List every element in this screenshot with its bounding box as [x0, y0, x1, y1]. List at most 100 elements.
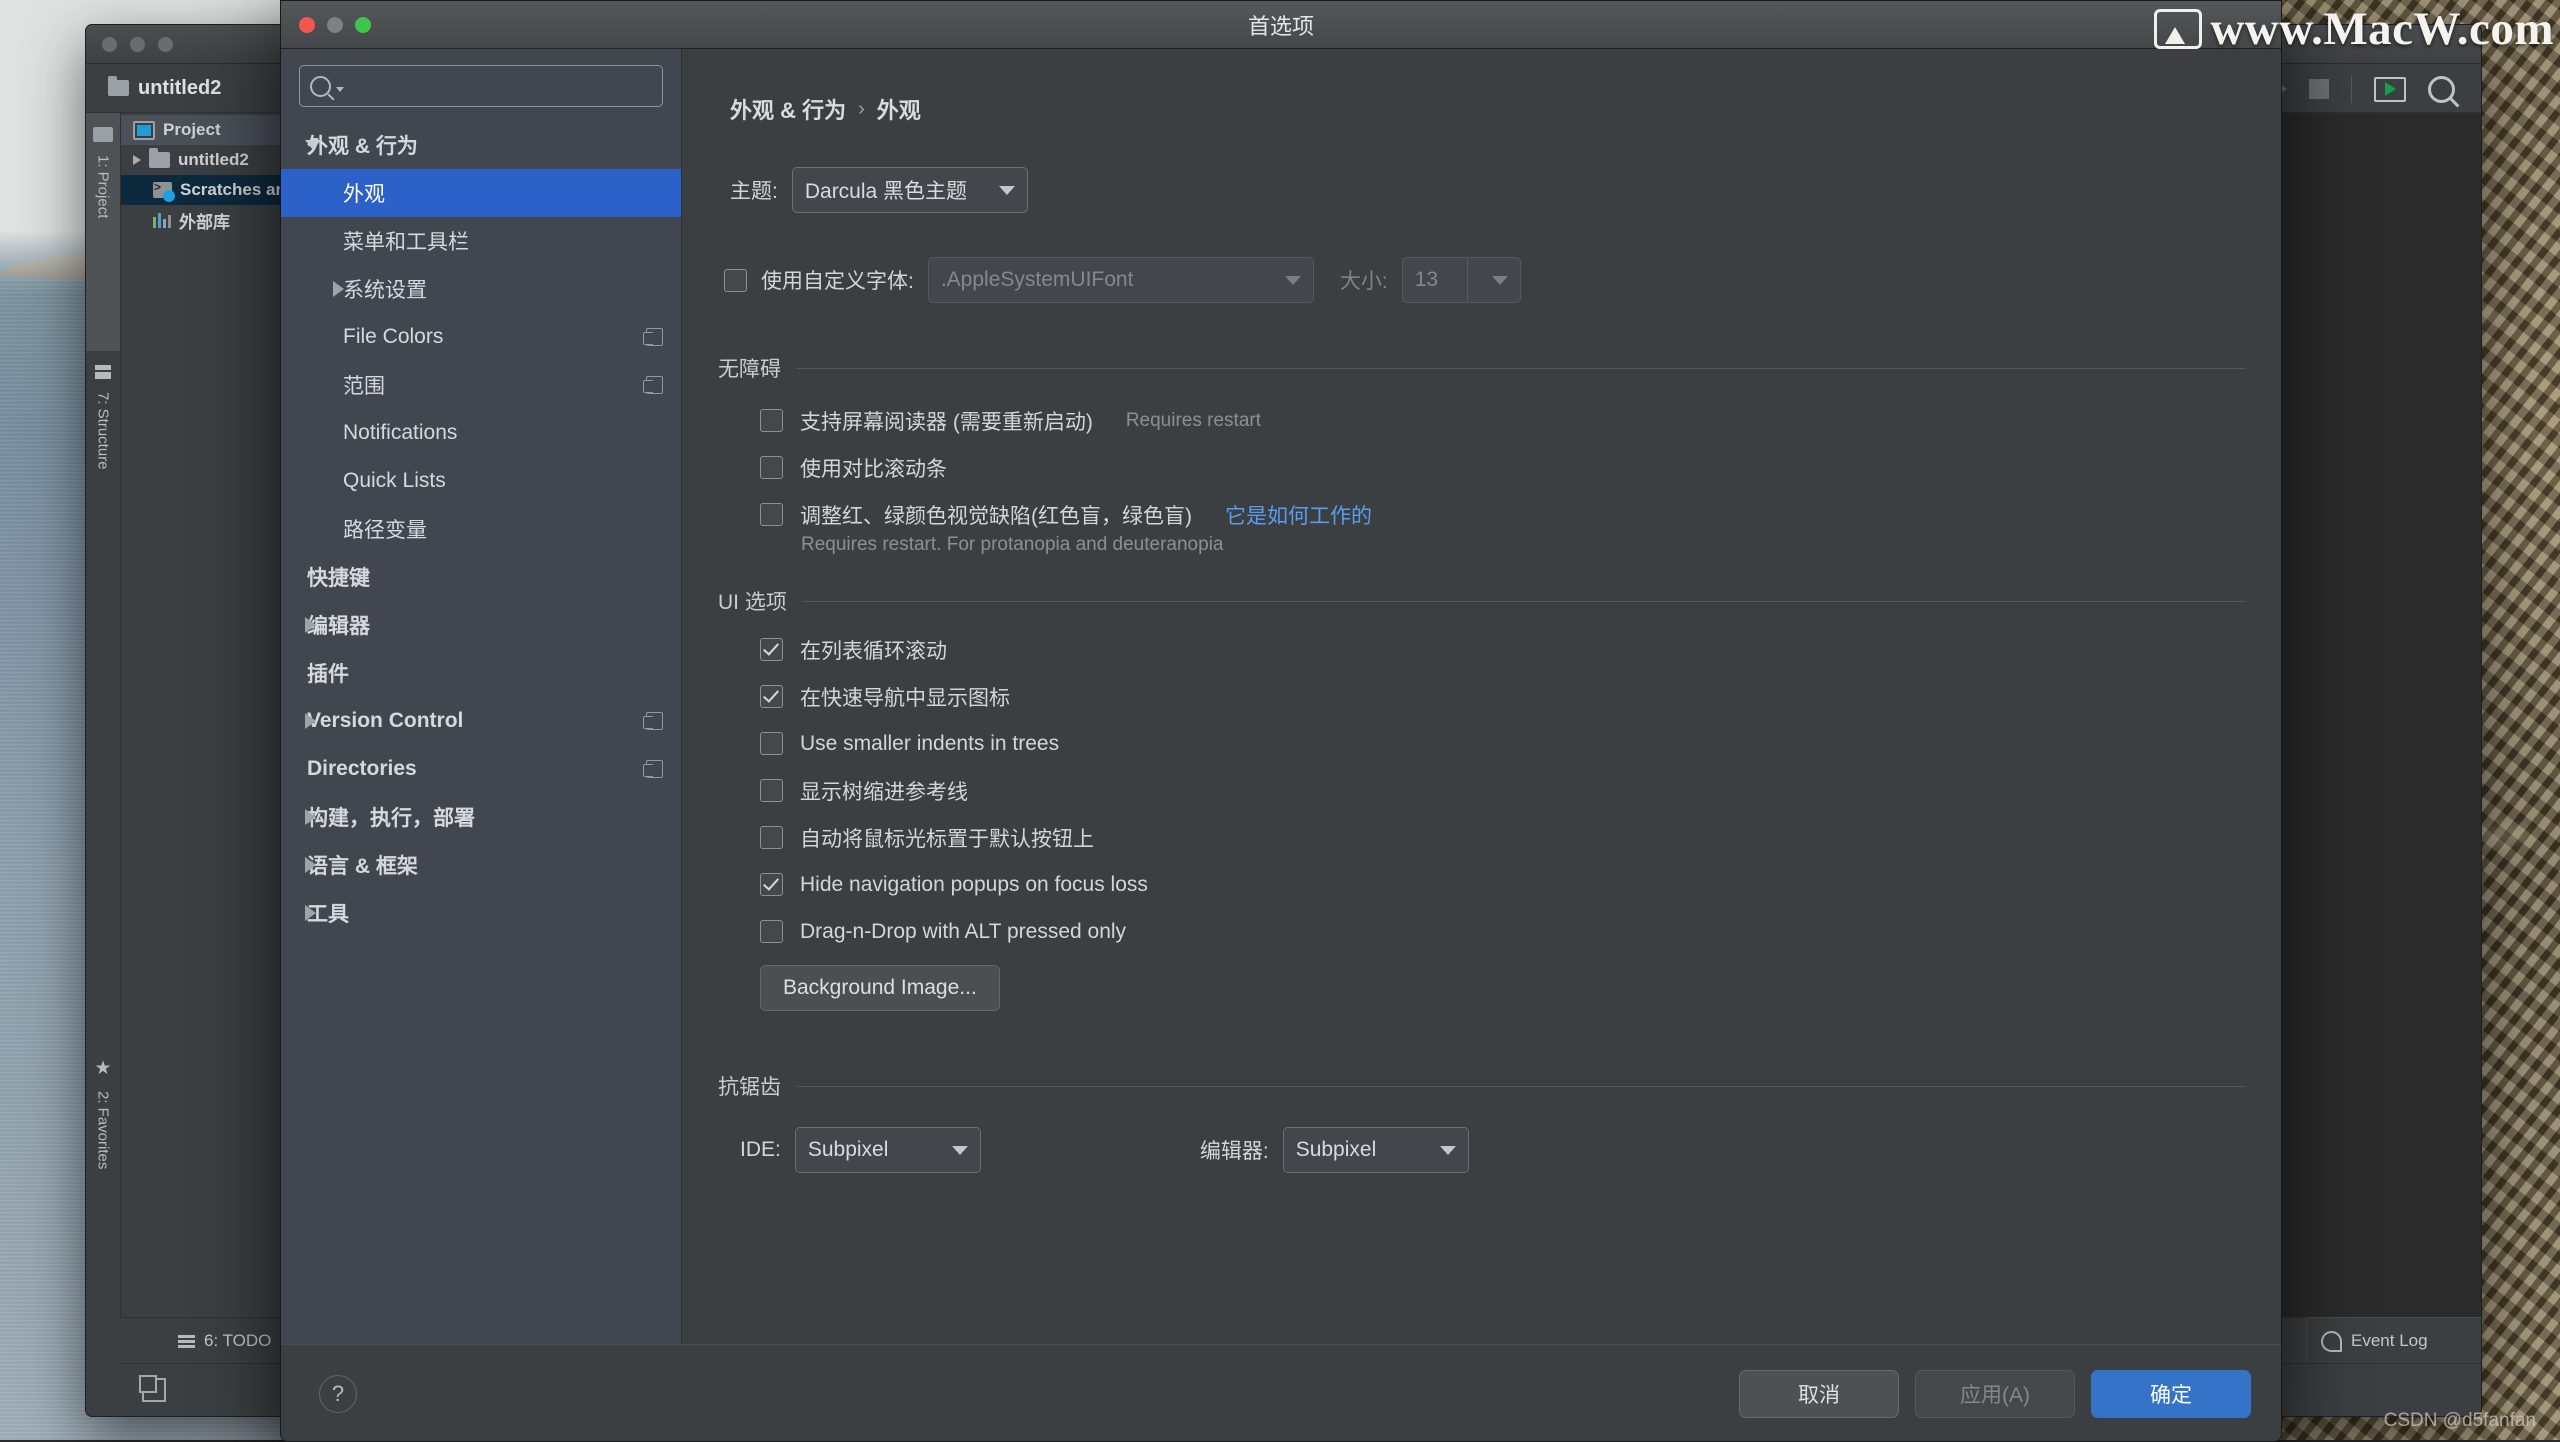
checkbox[interactable]: [760, 456, 783, 479]
checkbox[interactable]: [760, 685, 783, 708]
search-icon[interactable]: [2428, 76, 2455, 103]
background-image-button[interactable]: Background Image...: [760, 965, 1000, 1011]
sidebar-item-label: 菜单和工具栏: [343, 226, 469, 256]
chevron-right-icon[interactable]: [305, 713, 316, 729]
chevron-right-icon[interactable]: [305, 857, 316, 873]
minimize-icon[interactable]: [327, 17, 343, 33]
chevron-right-icon[interactable]: [333, 281, 344, 297]
sidebar-item-4[interactable]: File Colors: [281, 313, 681, 361]
sidebar-item-7[interactable]: Quick Lists: [281, 457, 681, 505]
preview-icon[interactable]: [2374, 77, 2406, 102]
sidebar-item-11[interactable]: 插件: [281, 649, 681, 697]
sidebar-item-14[interactable]: 构建，执行，部署: [281, 793, 681, 841]
copy-icon[interactable]: [646, 376, 663, 394]
vertical-tab-label: 7: Structure: [95, 392, 112, 470]
chevron-down-icon[interactable]: [336, 87, 344, 92]
ide-zoom-button[interactable]: [158, 37, 173, 52]
sidebar-item-16[interactable]: 工具: [281, 889, 681, 937]
help-button[interactable]: ?: [319, 1375, 357, 1413]
antialiasing-title-text: 抗锯齿: [718, 1071, 781, 1101]
theme-select[interactable]: Darcula 黑色主题: [792, 167, 1028, 213]
custom-font-label: 使用自定义字体:: [761, 265, 914, 295]
sidebar-item-label: 构建，执行，部署: [307, 802, 475, 832]
editor-antialiasing-select[interactable]: Subpixel: [1283, 1127, 1469, 1173]
status-event-log[interactable]: Event Log: [2306, 1317, 2481, 1364]
chevron-right-icon[interactable]: [133, 155, 141, 165]
ide-antialiasing-select[interactable]: Subpixel: [795, 1127, 981, 1173]
windows-icon[interactable]: [142, 1378, 166, 1402]
sidebar-item-12[interactable]: Version Control: [281, 697, 681, 745]
ui-option-5[interactable]: Hide navigation popups on focus loss: [718, 861, 2245, 908]
accessibility-option-2[interactable]: 调整红、绿颜色视觉缺陷(红色盲，绿色盲)它是如何工作的: [718, 491, 2245, 538]
checkbox[interactable]: [760, 503, 783, 526]
font-size-select[interactable]: 13: [1402, 257, 1521, 303]
sidebar-item-0[interactable]: 外观 & 行为: [281, 121, 681, 169]
sidebar-item-label: 范围: [343, 370, 385, 400]
checkbox[interactable]: [760, 409, 783, 432]
sidebar-item-1[interactable]: 外观: [281, 169, 681, 217]
sidebar-item-10[interactable]: 编辑器: [281, 601, 681, 649]
sidebar-item-5[interactable]: 范围: [281, 361, 681, 409]
apply-button[interactable]: 应用(A): [1915, 1370, 2075, 1418]
chevron-right-icon[interactable]: [305, 905, 316, 921]
stop-icon[interactable]: [2309, 79, 2329, 99]
copy-icon[interactable]: [646, 712, 663, 730]
status-todo[interactable]: 6: TODO: [178, 1331, 271, 1351]
chevron-right-icon[interactable]: [305, 809, 316, 825]
settings-main-pane: 外观 & 行为 › 外观 主题: Darcula 黑色主题 使用自定义字体: .…: [682, 49, 2281, 1344]
ui-option-0[interactable]: 在列表循环滚动: [718, 626, 2245, 673]
ui-option-2[interactable]: Use smaller indents in trees: [718, 720, 2245, 767]
sidebar-item-2[interactable]: 菜单和工具栏: [281, 217, 681, 265]
copy-icon[interactable]: [646, 760, 663, 778]
sidebar-item-15[interactable]: 语言 & 框架: [281, 841, 681, 889]
checkbox[interactable]: [760, 826, 783, 849]
checkbox[interactable]: [760, 873, 783, 896]
ok-button[interactable]: 确定: [2091, 1370, 2251, 1418]
ui-option-3[interactable]: 显示树缩进参考线: [718, 767, 2245, 814]
ui-option-4[interactable]: 自动将鼠标光标置于默认按钮上: [718, 814, 2245, 861]
checkbox[interactable]: [760, 920, 783, 943]
accessibility-option-1[interactable]: 使用对比滚动条: [718, 444, 2245, 491]
chevron-right-icon[interactable]: [305, 617, 316, 633]
vertical-tab-label: 2: Favorites: [95, 1091, 112, 1169]
zoom-icon[interactable]: [355, 17, 371, 33]
sidebar-item-13[interactable]: Directories: [281, 745, 681, 793]
sidebar-item-3[interactable]: 系统设置: [281, 265, 681, 313]
sidebar-item-label: Version Control: [307, 709, 463, 733]
breadcrumb: 外观 & 行为 › 外观: [730, 93, 2245, 125]
sidebar-item-label: 语言 & 框架: [307, 850, 418, 880]
cancel-button[interactable]: 取消: [1739, 1370, 1899, 1418]
sidebar-item-project[interactable]: 1: Project: [86, 113, 120, 351]
custom-font-row: 使用自定义字体: .AppleSystemUIFont 大小: 13: [724, 257, 2245, 303]
structure-icon: [95, 365, 111, 379]
font-family-select[interactable]: .AppleSystemUIFont: [928, 257, 1314, 303]
dialog-title: 首选项: [1248, 9, 1314, 41]
option-label: 在快速导航中显示图标: [800, 682, 1010, 712]
sidebar-item-label: 外观 & 行为: [307, 130, 418, 160]
custom-font-checkbox[interactable]: [724, 269, 747, 292]
sidebar-item-6[interactable]: Notifications: [281, 409, 681, 457]
accessibility-option-0[interactable]: 支持屏幕阅读器 (需要重新启动)Requires restart: [718, 397, 2245, 444]
search-input[interactable]: [299, 65, 663, 107]
ide-minimize-button[interactable]: [130, 37, 145, 52]
checkbox[interactable]: [760, 779, 783, 802]
checkbox[interactable]: [760, 732, 783, 755]
how-it-works-link[interactable]: 它是如何工作的: [1225, 500, 1372, 530]
chevron-down-icon: [952, 1146, 968, 1155]
ui-option-1[interactable]: 在快速导航中显示图标: [718, 673, 2245, 720]
ui-option-6[interactable]: Drag-n-Drop with ALT pressed only: [718, 908, 2245, 955]
ide-close-button[interactable]: [102, 37, 117, 52]
sidebar-item-8[interactable]: 路径变量: [281, 505, 681, 553]
sidebar-item-9[interactable]: 快捷键: [281, 553, 681, 601]
tree-row-label: Project: [163, 120, 221, 140]
breadcrumb-parent[interactable]: 外观 & 行为: [730, 93, 846, 125]
sidebar-item-structure[interactable]: 7: Structure: [86, 351, 120, 589]
close-icon[interactable]: [299, 17, 315, 33]
sidebar-item-label: 系统设置: [343, 274, 427, 304]
chevron-down-icon[interactable]: [305, 140, 321, 150]
sidebar-item-favorites[interactable]: ★ 2: Favorites: [86, 1045, 120, 1263]
checkbox[interactable]: [760, 638, 783, 661]
preferences-dialog: 首选项 外观 & 行为外观菜单和工具栏系统设置 File Colors 范围 Noti…: [280, 0, 2282, 1442]
corner-watermark: CSDN @d5fanfan: [2384, 1410, 2536, 1432]
copy-icon[interactable]: [646, 328, 663, 346]
